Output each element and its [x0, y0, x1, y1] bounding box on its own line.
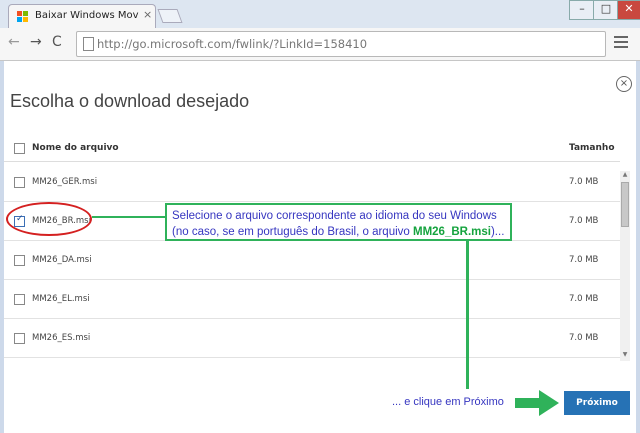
forward-arrow-icon[interactable]: →: [30, 34, 42, 50]
file-size: 7.0 MB: [569, 255, 599, 265]
scroll-down-icon[interactable]: ▼: [620, 351, 630, 361]
close-dialog-icon[interactable]: ×: [616, 76, 632, 92]
scroll-up-icon[interactable]: ▲: [620, 171, 630, 181]
instruction-text-next: ... e clique em Próximo: [392, 396, 504, 408]
table-header: Nome do arquivo Tamanho: [4, 135, 620, 162]
next-button[interactable]: Próximo: [564, 391, 630, 415]
file-name: MM26_DA.msi: [32, 255, 92, 265]
address-bar[interactable]: http://go.microsoft.com/fwlink/?LinkId=1…: [76, 31, 606, 57]
file-checkbox[interactable]: [14, 255, 25, 266]
highlight-ellipse: [6, 202, 92, 236]
new-tab-button[interactable]: [157, 9, 183, 23]
callout-text-c: )...: [490, 226, 505, 238]
file-checkbox[interactable]: [14, 294, 25, 305]
table-row[interactable]: MM26_GER.msi 7.0 MB: [4, 162, 620, 202]
file-size: 7.0 MB: [569, 294, 599, 304]
connector-line-vertical: [466, 241, 469, 389]
callout-text-a: (no caso, se em português do Brasil, o a…: [172, 226, 413, 238]
close-window-button[interactable]: ✕: [617, 0, 640, 20]
file-table: Nome do arquivo Tamanho MM26_GER.msi 7.0 …: [4, 135, 620, 360]
file-size: 7.0 MB: [569, 177, 599, 187]
file-name: MM26_GER.msi: [32, 177, 98, 187]
callout-line-1: Selecione o arquivo correspondente ao id…: [172, 210, 497, 222]
maximize-button[interactable]: □: [593, 0, 619, 20]
file-checkbox[interactable]: [14, 333, 25, 344]
select-all-checkbox[interactable]: [14, 143, 25, 154]
connector-line: [92, 216, 165, 218]
table-row[interactable]: MM26_EL.msi 7.0 MB: [4, 279, 620, 319]
menu-icon[interactable]: [614, 36, 628, 51]
page-title: Escolha o download desejado: [10, 91, 250, 111]
file-size: 7.0 MB: [569, 216, 599, 226]
callout-line-2: (no caso, se em português do Brasil, o a…: [172, 224, 505, 240]
file-name: MM26_EL.msi: [32, 294, 90, 304]
callout-filename: MM26_BR.msi: [413, 226, 491, 238]
windows-logo-icon: [17, 11, 29, 23]
column-header-name: Nome do arquivo: [32, 143, 119, 153]
scrollbar-thumb[interactable]: [621, 182, 629, 227]
browser-toolbar: ← → C http://go.microsoft.com/fwlink/?Li…: [0, 28, 640, 61]
url-text: http://go.microsoft.com/fwlink/?LinkId=1…: [97, 37, 368, 51]
minimize-button[interactable]: –: [569, 0, 595, 20]
reload-icon[interactable]: C: [52, 34, 62, 50]
page-content: × Escolha o download desejado Nome do ar…: [4, 61, 636, 433]
file-checkbox[interactable]: [14, 177, 25, 188]
title-bar: Baixar Windows Movie M × – □ ✕: [0, 0, 640, 29]
back-arrow-icon[interactable]: ←: [8, 34, 20, 50]
instruction-callout: Selecione o arquivo correspondente ao id…: [165, 203, 512, 241]
file-name: MM26_ES.msi: [32, 333, 91, 343]
arrow-right-icon: [515, 390, 559, 416]
page-icon: [83, 37, 94, 51]
file-size: 7.0 MB: [569, 333, 599, 343]
tab-close-icon[interactable]: ×: [143, 8, 152, 21]
tab-title: Baixar Windows Movie M: [35, 10, 139, 21]
browser-tab[interactable]: Baixar Windows Movie M ×: [8, 4, 156, 29]
column-header-size: Tamanho: [569, 143, 615, 153]
table-row[interactable]: MM26_ES.msi 7.0 MB: [4, 318, 620, 358]
table-row[interactable]: MM26_DA.msi 7.0 MB: [4, 240, 620, 280]
